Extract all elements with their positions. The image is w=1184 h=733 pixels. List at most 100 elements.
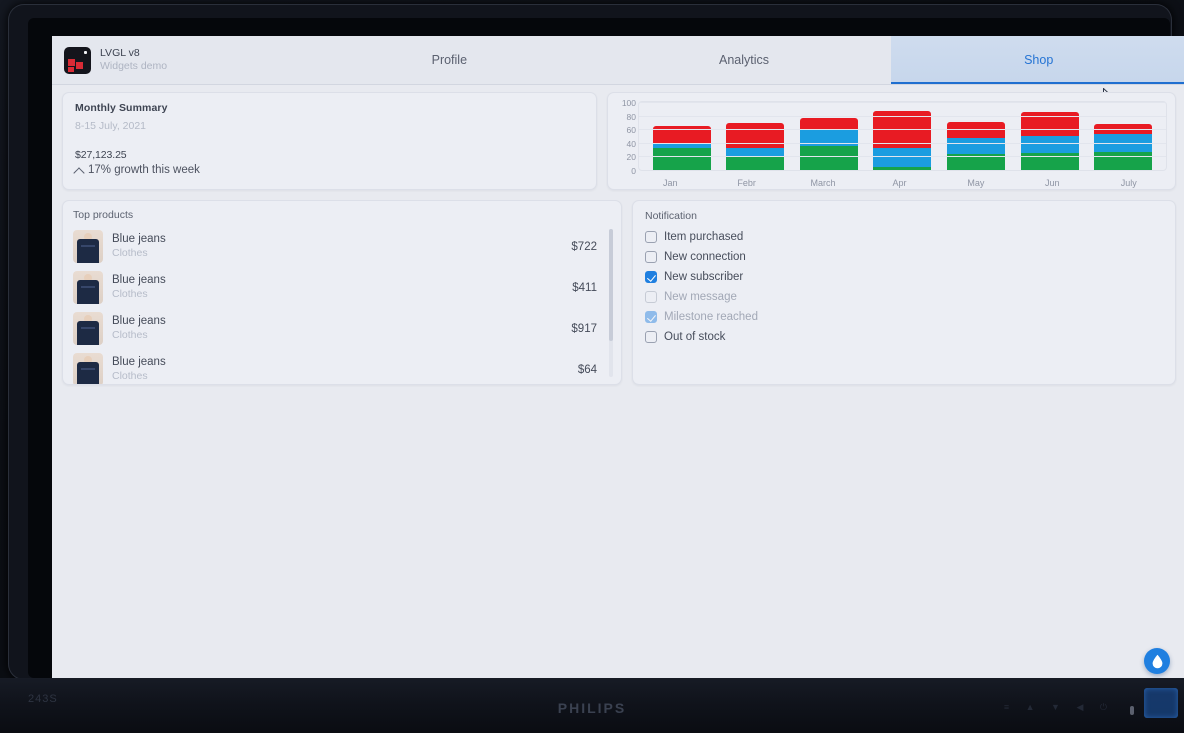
chart-bar-segment-red	[947, 122, 1006, 139]
checkbox-icon	[645, 291, 657, 303]
notification-checkbox-row: New message	[645, 287, 1163, 307]
product-row[interactable]: Blue jeans Clothes $64	[73, 349, 615, 384]
screen: LVGL v8 Widgets demo Profile Analytics S…	[52, 36, 1184, 688]
tab-analytics[interactable]: Analytics	[597, 36, 892, 84]
product-row[interactable]: Blue jeans Clothes $917	[73, 308, 615, 349]
chart: 100 80 60 40 20 0	[614, 98, 1167, 185]
app-brand: LVGL v8 Widgets demo	[52, 36, 302, 84]
chart-grid-line	[639, 129, 1166, 131]
product-info: Blue jeans Clothes	[112, 356, 578, 382]
chart-y-tick: 40	[626, 138, 636, 149]
chart-x-tick: March	[810, 178, 836, 188]
chart-y-tick: 80	[626, 111, 636, 122]
chart-grid-line	[639, 142, 1166, 144]
monitor: LVGL v8 Widgets demo Profile Analytics S…	[0, 0, 1184, 733]
lvgl-app: LVGL v8 Widgets demo Profile Analytics S…	[52, 36, 1184, 688]
summary-growth: 17% growth this week	[75, 164, 200, 176]
monitor-bezel-inner: LVGL v8 Widgets demo Profile Analytics S…	[28, 18, 1184, 688]
checkbox-label: Out of stock	[664, 331, 726, 343]
product-thumbnail	[73, 312, 103, 345]
checkbox-label: New message	[664, 291, 737, 303]
chart-y-tick: 60	[626, 125, 636, 136]
chart-bar[interactable]	[1020, 112, 1079, 170]
summary-date-range: 8-15 July, 2021	[75, 120, 147, 132]
chart-y-tick: 20	[626, 152, 636, 163]
chart-bar-segment-green	[1094, 151, 1153, 170]
product-thumbnail	[73, 271, 103, 304]
product-name: Blue jeans	[112, 233, 166, 246]
product-name: Blue jeans	[112, 274, 166, 287]
product-category: Clothes	[112, 329, 148, 342]
product-category: Clothes	[112, 288, 148, 301]
chart-bar[interactable]	[873, 110, 932, 170]
top-products-card: Top products Blue jeans Clothes $722 Blue j…	[62, 200, 622, 385]
chart-bar-segment-green	[799, 145, 858, 170]
product-category: Clothes	[112, 247, 148, 260]
chart-x-tick: Apr	[892, 178, 907, 188]
app-title: LVGL v8	[100, 46, 140, 59]
monitor-osd-keys[interactable]: ≡ ▲ ▼ ◀ ⏻	[1004, 702, 1114, 713]
chart-x-tick: Febr	[737, 178, 756, 188]
chart-bar-segment-blue	[947, 138, 1006, 154]
monitor-bezel: LVGL v8 Widgets demo Profile Analytics S…	[8, 4, 1184, 688]
chart-bars	[639, 102, 1166, 170]
product-list: Blue jeans Clothes $722 Blue jeans Clothes $4…	[73, 226, 615, 384]
monthly-chart-card[interactable]: 100 80 60 40 20 0 Jan Febr March Apr May Jun July	[607, 92, 1176, 190]
top-row: Monthly Summary 8-15 July, 2021 $27,123.…	[62, 92, 1176, 190]
app-content: Monthly Summary 8-15 July, 2021 $27,123.…	[52, 84, 1184, 393]
bezel-sticker	[1144, 688, 1178, 718]
app-header: LVGL v8 Widgets demo Profile Analytics S…	[52, 36, 1184, 104]
scrollbar-thumb[interactable]	[609, 229, 613, 341]
product-name: Blue jeans	[112, 315, 166, 328]
arrow-up-icon	[75, 166, 84, 175]
chart-x-tick: July	[1120, 178, 1137, 188]
product-category: Clothes	[112, 370, 148, 383]
chart-bar-segment-green	[873, 166, 932, 170]
chart-bar[interactable]	[652, 125, 711, 170]
notification-checkbox-row: Milestone reached	[645, 307, 1163, 327]
chart-grid-line	[639, 156, 1166, 158]
tab-profile[interactable]: Profile	[302, 36, 597, 84]
checkbox-icon[interactable]	[645, 331, 657, 343]
lvgl-logo-icon	[64, 46, 91, 74]
chart-bar-segment-blue	[1020, 136, 1079, 153]
product-row[interactable]: Blue jeans Clothes $722	[73, 226, 615, 267]
checkbox-label: Milestone reached	[664, 311, 758, 323]
chart-x-tick: Jun	[1045, 178, 1060, 188]
chart-bar-segment-red	[799, 118, 858, 130]
add-button[interactable]	[1144, 648, 1170, 674]
chart-grid-line	[639, 115, 1166, 117]
product-thumbnail	[73, 230, 103, 263]
summary-growth-label: 17% growth this week	[88, 164, 200, 176]
product-info: Blue jeans Clothes	[112, 233, 571, 259]
chart-x-tick: Jan	[662, 178, 678, 188]
chart-bar-segment-green	[652, 147, 711, 170]
notification-list: Item purchased New connection New subscrib…	[645, 227, 1163, 347]
tab-bar: Profile Analytics Shop	[302, 36, 1184, 84]
product-thumbnail	[73, 353, 103, 384]
checkbox-icon[interactable]	[645, 231, 657, 243]
product-list-scrollbar[interactable]	[609, 229, 613, 377]
app-brand-text: LVGL v8 Widgets demo	[100, 47, 167, 73]
chart-bar[interactable]	[799, 118, 858, 170]
chart-plot	[638, 101, 1167, 171]
checkbox-label: New connection	[664, 251, 746, 263]
app-subtitle: Widgets demo	[100, 60, 168, 72]
notification-checkbox-row[interactable]: Out of stock	[645, 327, 1163, 347]
summary-title: Monthly Summary	[75, 102, 168, 114]
chart-bar-segment-red	[726, 123, 785, 148]
chart-bar-segment-blue	[726, 147, 785, 157]
checkbox-icon[interactable]	[645, 271, 657, 283]
notification-checkbox-row[interactable]: Item purchased	[645, 227, 1163, 247]
chart-bar[interactable]	[1094, 123, 1153, 170]
chart-y-tick: 0	[631, 166, 636, 176]
checkbox-icon[interactable]	[645, 251, 657, 263]
notification-checkbox-row[interactable]: New subscriber	[645, 267, 1163, 287]
chart-x-tick: May	[967, 178, 985, 188]
tab-shop[interactable]: Shop	[891, 36, 1184, 84]
product-row[interactable]: Blue jeans Clothes $411	[73, 267, 615, 308]
notification-checkbox-row[interactable]: New connection	[645, 247, 1163, 267]
chart-y-tick: 100	[621, 98, 636, 108]
top-products-title: Top products	[73, 209, 134, 221]
notification-title: Notification	[645, 210, 697, 222]
